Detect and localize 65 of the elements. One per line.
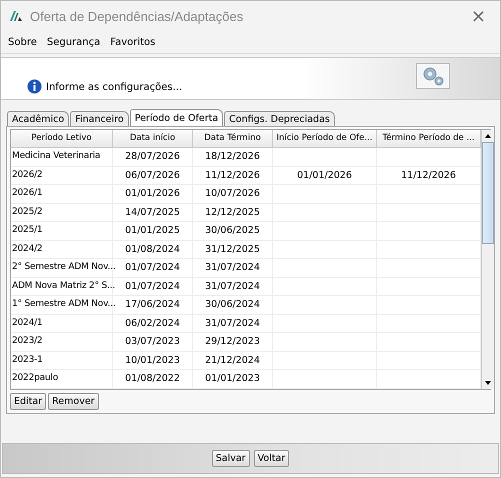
settings-button[interactable] — [416, 63, 450, 89]
scrollbar[interactable] — [481, 130, 494, 388]
table-cell: 01/01/2026 — [297, 170, 352, 180]
table-cell: 31/07/2024 — [205, 280, 260, 292]
table-cell: 10/07/2026 — [205, 188, 260, 199]
tab[interactable]: Configs. Depreciadas — [224, 111, 335, 126]
table-cell: 18/12/2026 — [205, 151, 260, 162]
table-cell: 11/12/2026 — [205, 170, 260, 180]
table-cell: 2026/1 — [12, 188, 42, 198]
tab[interactable]: Acadêmico — [7, 111, 70, 126]
table-cell: 2° Semestre ADM Nov... — [12, 262, 116, 272]
table-cell: 2023-1 — [12, 354, 43, 364]
table-cell: 01/01/2025 — [125, 225, 180, 236]
app-logo-icon — [9, 10, 23, 22]
table-cell: 03/07/2023 — [125, 336, 180, 347]
table-cell: 10/01/2023 — [125, 354, 180, 366]
menu-item[interactable]: Segurança — [46, 36, 100, 48]
table-cell: 1° Semestre ADM Nov... — [12, 299, 116, 309]
column-header[interactable]: Término Período de ... — [377, 130, 481, 147]
tab[interactable]: Financeiro — [70, 111, 129, 126]
info-message: Informe as configurações... — [46, 82, 182, 94]
column-header[interactable]: Data início — [113, 130, 193, 147]
table-cell: 2025/1 — [12, 225, 42, 235]
table-cell: 14/07/2025 — [125, 206, 180, 218]
table-cell: 11/12/2026 — [401, 170, 456, 180]
table-cell: 01/07/2024 — [125, 280, 180, 292]
table-action-button[interactable]: Editar — [10, 392, 46, 410]
table-cell: 2022paulo — [12, 373, 58, 383]
table-cell: 2024/2 — [12, 244, 42, 254]
scroll-thumb[interactable] — [482, 142, 494, 244]
footer-button[interactable]: Voltar — [254, 450, 290, 467]
column-header[interactable]: Período Letivo — [11, 130, 113, 147]
table-cell: 12/12/2025 — [205, 206, 260, 218]
table-cell: 31/07/2024 — [205, 318, 260, 328]
menu-item[interactable]: Sobre — [8, 36, 37, 48]
close-button[interactable]: × — [466, 6, 490, 26]
table-cell: 01/08/2024 — [125, 244, 180, 254]
table-cell: 01/01/2026 — [125, 188, 180, 199]
table-cell: 2024/1 — [12, 318, 42, 328]
table-cell: 29/12/2023 — [205, 336, 260, 347]
table-cell: 2023/2 — [12, 336, 42, 346]
table-cell: 28/07/2026 — [125, 151, 180, 162]
table-cell: 06/07/2026 — [125, 170, 180, 180]
tab[interactable]: Período de Oferta — [130, 109, 224, 126]
table-cell: 17/06/2024 — [125, 299, 180, 310]
table-cell: 01/01/2023 — [205, 373, 260, 384]
table-cell: 31/07/2024 — [205, 262, 260, 273]
table-cell: 30/06/2025 — [205, 225, 260, 236]
info-icon — [27, 79, 42, 94]
footer-button[interactable]: Salvar — [212, 450, 250, 467]
table-cell: 06/02/2024 — [125, 318, 180, 328]
table-cell: 2026/2 — [12, 170, 42, 180]
table-cell: 30/06/2024 — [205, 299, 260, 310]
table-cell: 21/12/2024 — [205, 354, 260, 366]
table-cell: ADM Nova Matriz 2° S... — [12, 280, 116, 290]
column-header[interactable]: Início Período de Ofe... — [273, 130, 377, 147]
menu-item[interactable]: Favoritos — [110, 36, 156, 48]
column-header[interactable]: Data Término — [193, 130, 273, 147]
table-cell: Medicina Veterinaria — [12, 151, 100, 161]
table-cell: 2025/2 — [12, 206, 42, 216]
table-action-button[interactable]: Remover — [48, 392, 99, 410]
table-cell: 01/07/2024 — [125, 262, 180, 273]
table-cell: 31/12/2025 — [205, 244, 260, 254]
window-title: Oferta de Dependências/Adaptações — [30, 8, 244, 24]
table-cell: 01/08/2022 — [125, 373, 180, 384]
